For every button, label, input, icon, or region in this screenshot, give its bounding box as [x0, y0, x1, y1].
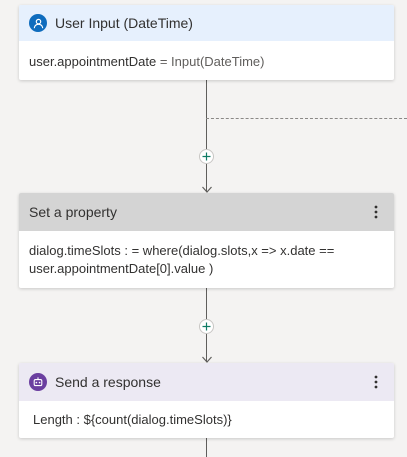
more-options-button[interactable] — [368, 370, 384, 394]
flow-canvas: User Input (DateTime) user.appointmentDa… — [0, 0, 407, 457]
connector-line-top — [206, 80, 207, 192]
node-title: Set a property — [29, 204, 117, 220]
send-response-node[interactable]: Send a response Length : ${count(dialog.… — [19, 363, 394, 438]
bot-icon — [29, 373, 47, 391]
branch-dashed-line — [206, 118, 407, 119]
send-response-body: Length : ${count(dialog.timeSlots)} — [19, 401, 394, 438]
connector-line-bottom — [206, 438, 207, 457]
add-step-button-1[interactable] — [199, 149, 214, 164]
user-input-header[interactable]: User Input (DateTime) — [19, 5, 394, 41]
user-icon — [29, 14, 47, 32]
set-property-body: dialog.timeSlots : = where(dialog.slots,… — [19, 231, 394, 287]
set-property-header[interactable]: Set a property — [19, 193, 394, 231]
send-response-header[interactable]: Send a response — [19, 363, 394, 401]
plus-icon — [202, 152, 211, 161]
user-input-body: user.appointmentDate = Input(DateTime) — [19, 41, 394, 80]
plus-icon — [202, 322, 211, 331]
equals-sign: = — [159, 54, 168, 69]
node-title: User Input (DateTime) — [55, 15, 193, 31]
node-title: Send a response — [55, 374, 161, 390]
property-name: user.appointmentDate — [29, 54, 157, 69]
more-vertical-icon — [374, 205, 378, 219]
response-text: Length : ${count(dialog.timeSlots)} — [33, 412, 232, 427]
user-input-node[interactable]: User Input (DateTime) user.appointmentDa… — [19, 5, 394, 80]
expression-line-2: user.appointmentDate[0].value ) — [29, 261, 214, 276]
set-property-node[interactable]: Set a property dialog.timeSlots : = wher… — [19, 193, 394, 288]
more-vertical-icon — [374, 375, 378, 389]
input-type-value: Input(DateTime) — [171, 54, 265, 69]
add-step-button-2[interactable] — [199, 319, 214, 334]
expression-line-1: dialog.timeSlots : = where(dialog.slots,… — [29, 243, 335, 258]
more-options-button[interactable] — [368, 200, 384, 224]
